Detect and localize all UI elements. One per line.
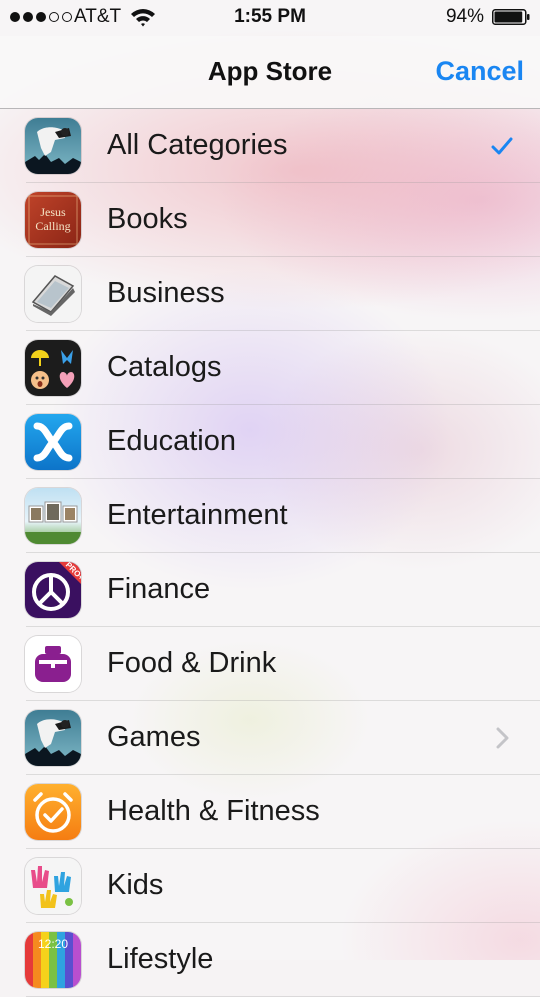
category-label: Food & Drink bbox=[107, 647, 277, 679]
lifestyle-app-icon: 12:20 bbox=[25, 932, 81, 988]
books-icon-text-2: Calling bbox=[35, 219, 70, 233]
category-label: Entertainment bbox=[107, 499, 288, 531]
books-app-icon: Jesus Calling bbox=[25, 192, 81, 248]
category-row-games[interactable]: Games bbox=[0, 701, 540, 775]
category-label: Books bbox=[107, 203, 188, 235]
category-list: All Categories Jesus Calling Books Busin… bbox=[0, 109, 540, 997]
category-label: Education bbox=[107, 425, 236, 457]
category-row-health-fitness[interactable]: Health & Fitness bbox=[0, 775, 540, 849]
battery-icon bbox=[492, 9, 530, 25]
category-label: Finance bbox=[107, 573, 211, 605]
category-row-catalogs[interactable]: Catalogs bbox=[0, 331, 540, 405]
battery-percent: 94% bbox=[445, 6, 484, 27]
category-row-finance[interactable]: PRO+ Finance bbox=[0, 553, 540, 627]
chevron-right-icon bbox=[496, 727, 509, 749]
category-label: Games bbox=[107, 721, 201, 753]
cancel-button[interactable]: Cancel bbox=[435, 56, 524, 87]
category-label: Business bbox=[107, 277, 225, 309]
navigation-bar: App Store Cancel bbox=[0, 36, 540, 109]
category-row-education[interactable]: Education bbox=[0, 405, 540, 479]
business-app-icon bbox=[25, 266, 81, 322]
food-drink-app-icon bbox=[25, 636, 81, 692]
category-row-entertainment[interactable]: Entertainment bbox=[0, 479, 540, 553]
health-fitness-app-icon bbox=[25, 784, 81, 840]
books-icon-text-1: Jesus bbox=[40, 205, 66, 219]
catalogs-app-icon bbox=[25, 340, 81, 396]
finance-app-icon: PRO+ bbox=[25, 562, 81, 618]
category-row-books[interactable]: Jesus Calling Books bbox=[0, 183, 540, 257]
category-label: All Categories bbox=[107, 129, 288, 161]
category-label: Catalogs bbox=[107, 351, 222, 383]
checkmark-icon bbox=[491, 137, 513, 155]
lifestyle-icon-time: 12:20 bbox=[38, 937, 68, 951]
category-row-food-drink[interactable]: Food & Drink bbox=[0, 627, 540, 701]
category-row-business[interactable]: Business bbox=[0, 257, 540, 331]
category-label: Health & Fitness bbox=[107, 795, 320, 827]
entertainment-app-icon bbox=[25, 488, 81, 544]
kids-app-icon bbox=[25, 858, 81, 914]
education-app-icon bbox=[25, 414, 81, 470]
category-row-kids[interactable]: Kids bbox=[0, 849, 540, 923]
games-app-icon bbox=[25, 118, 81, 174]
category-row-all-categories[interactable]: All Categories bbox=[0, 109, 540, 183]
category-label: Kids bbox=[107, 869, 164, 901]
status-bar: AT&T 1:55 PM 94% bbox=[0, 0, 540, 36]
category-row-lifestyle[interactable]: 12:20 Lifestyle bbox=[0, 923, 540, 997]
games-app-icon bbox=[25, 710, 81, 766]
